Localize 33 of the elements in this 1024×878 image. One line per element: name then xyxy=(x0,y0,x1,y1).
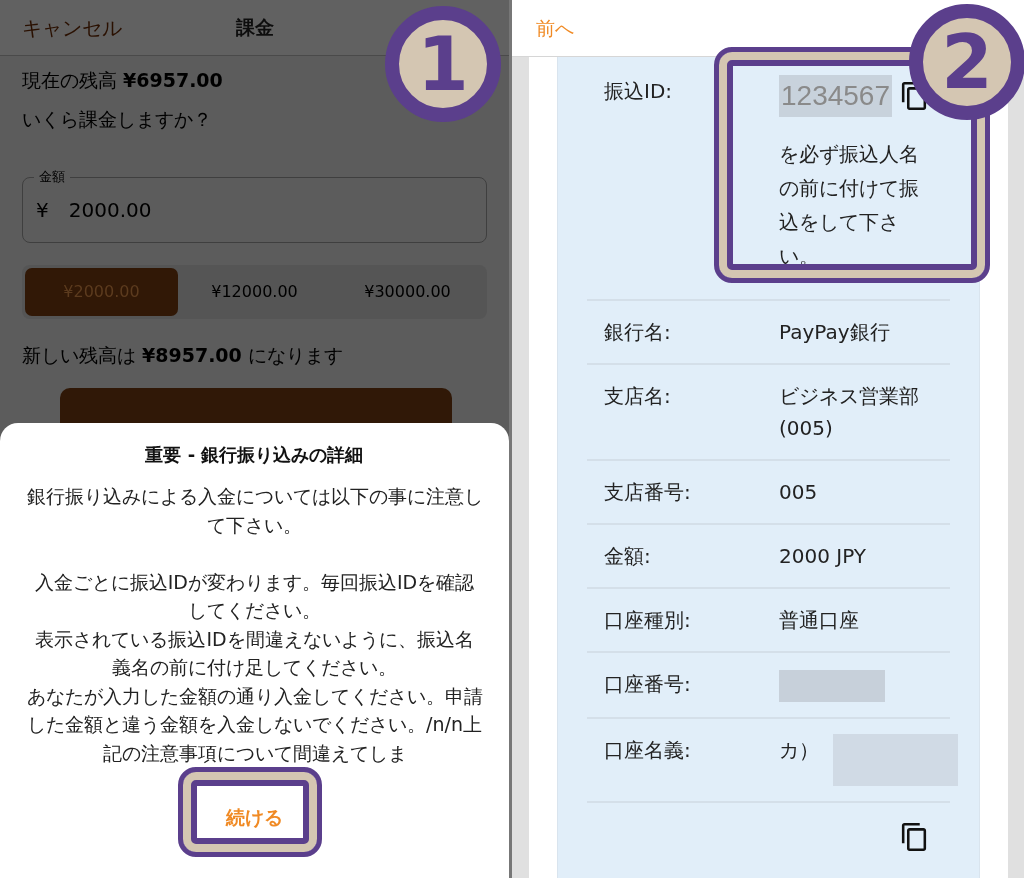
cancel-link[interactable]: キャンセル xyxy=(22,12,122,43)
preset-option[interactable]: ¥12000.00 xyxy=(178,268,331,316)
detail-value: ビジネス営業部(005) xyxy=(779,384,919,440)
detail-value: PayPay銀行 xyxy=(779,320,890,344)
detail-value: カ） xyxy=(779,736,819,764)
detail-label: 振込ID: xyxy=(604,79,673,103)
detail-value: 2000 JPY xyxy=(779,544,866,568)
current-balance: 現在の残高 ¥6957.00 xyxy=(21,68,224,93)
dialog-message: 表示されている振込IDを間違えないように、振込名義名の前に付け足してください。 xyxy=(34,626,475,680)
preset-option[interactable]: ¥30000.00 xyxy=(331,268,484,316)
detail-label: 口座種別: xyxy=(604,608,691,632)
new-balance: 新しい残高は ¥8957.00 になります xyxy=(21,343,344,368)
detail-label: 支店番号: xyxy=(604,480,691,504)
detail-label: 口座番号: xyxy=(604,672,691,696)
copy-icon[interactable] xyxy=(900,822,928,851)
back-link[interactable]: 前へ xyxy=(536,13,574,43)
field-label: 金額 xyxy=(34,167,70,187)
detail-label: 支店名: xyxy=(604,384,671,408)
currency-symbol: ¥ xyxy=(36,197,49,224)
detail-label: 金額: xyxy=(604,544,651,568)
amount-value: 2000.00 xyxy=(68,197,152,224)
dialog-message: あなたが入力した金額の通り入金してください。申請した金額と違う金額を入金しないでください。/n/n上記の注意事項について間違えてしま xyxy=(26,683,483,766)
detail-value: 普通口座 xyxy=(779,608,859,632)
dialog-message: 入金ごとに振込IDが変わります。毎回振込IDを確認してください。 xyxy=(33,569,476,623)
detail-label: 銀行名: xyxy=(604,320,671,344)
detail-label: 口座名義: xyxy=(604,737,691,762)
detail-value: 005 xyxy=(779,480,818,504)
screen-title: 課金 xyxy=(235,15,274,41)
dialog-title: 重要 - 銀行振り込みの詳細 xyxy=(145,443,364,467)
step-number-badge: 1 xyxy=(385,6,501,122)
dialog-message: 銀行振り込みによる入金については以下の事に注意して下さい。 xyxy=(26,484,483,538)
question-text: いくら課金しますか？ xyxy=(21,106,213,132)
transfer-id: 1234567 xyxy=(779,75,892,117)
